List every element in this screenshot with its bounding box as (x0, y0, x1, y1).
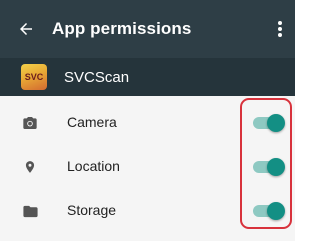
back-button[interactable] (0, 0, 52, 58)
bottom-margin (0, 241, 295, 250)
camera-icon (20, 113, 40, 133)
app-permissions-screen: App permissions SVC SVCScan Camera Locat… (0, 0, 295, 250)
app-name: SVCScan (64, 68, 130, 86)
arrow-left-icon (20, 23, 32, 35)
app-icon-text: SVC (24, 71, 44, 82)
permission-label-location: Location (67, 158, 120, 174)
permission-label-storage: Storage (67, 202, 117, 218)
app-header-row: SVC SVCScan (0, 58, 295, 96)
toggle-highlight-box (240, 98, 292, 229)
top-app-bar: App permissions (0, 0, 295, 58)
more-options-button[interactable] (265, 0, 295, 58)
permission-label-camera: Camera (67, 114, 117, 130)
location-pin-icon (20, 157, 40, 177)
svcscan-app-icon: SVC (21, 64, 47, 90)
more-vert-icon (278, 21, 282, 37)
page-title: App permissions (52, 19, 192, 38)
folder-icon (20, 201, 40, 221)
